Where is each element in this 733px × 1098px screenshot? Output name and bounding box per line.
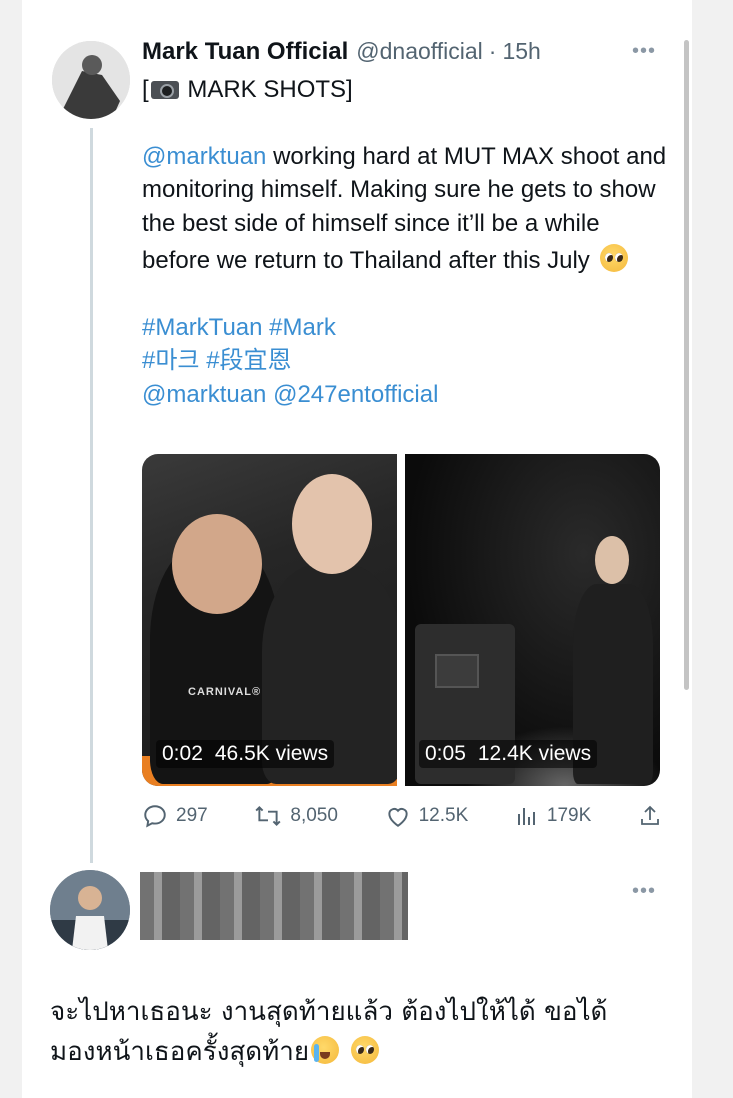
hashtag-line-2: #마크 #段宜恩 <box>142 344 672 378</box>
video-overlay: 0:02 46.5K views <box>156 740 335 768</box>
media-grid: CARNIVAL® 0:02 46.5K views 0:05 12.4K vi… <box>142 454 660 786</box>
mention-line: @marktuan @247entofficial <box>142 378 672 412</box>
video-duration: 0:05 <box>425 742 466 765</box>
like-count: 12.5K <box>418 805 469 826</box>
tweet-time[interactable]: 15h <box>502 38 540 65</box>
author-name[interactable]: Mark Tuan Official <box>142 38 348 66</box>
like-button[interactable]: 12.5K <box>385 804 469 828</box>
title-bracket: [ <box>142 76 149 103</box>
tweet-text: @marktuan working hard at MUT MAX shoot … <box>142 140 672 278</box>
view-count: 179K <box>546 805 592 826</box>
reply-count: 297 <box>176 805 208 826</box>
mention-link[interactable]: @marktuan <box>142 143 266 170</box>
share-button[interactable] <box>638 804 662 828</box>
camera-emoji-icon <box>150 81 179 99</box>
mention-link[interactable]: @marktuan <box>142 381 266 408</box>
hashtag-line-1: #MarkTuan #Mark <box>142 311 672 345</box>
tweet-actions: 297 8,050 12.5K 179K <box>142 798 662 834</box>
redacted-reply-header <box>140 872 408 940</box>
tweet-title: MARK SHOTS] <box>180 76 353 103</box>
tweet-title-line: [ MARK SHOTS] <box>142 73 672 107</box>
video-thumbnail[interactable]: CARNIVAL® 0:02 46.5K views <box>142 454 397 786</box>
pleading-face-emoji-icon <box>600 244 629 272</box>
reply-text: จะไปหาเธอนะ งานสุดท้ายแล้ว ต้องไปให้ได้ … <box>50 992 670 1072</box>
more-options-icon[interactable]: ••• <box>632 40 656 63</box>
video-views: 46.5K views <box>214 742 329 765</box>
heart-icon <box>387 808 408 827</box>
avatar-image <box>52 41 130 119</box>
scrollbar[interactable] <box>684 40 689 690</box>
hashtag-link[interactable]: #Mark <box>269 314 336 341</box>
more-options-icon[interactable]: ••• <box>632 880 656 903</box>
mention-link[interactable]: @247entofficial <box>273 381 438 408</box>
views-chart-icon <box>517 808 535 825</box>
hashtag-link[interactable]: #마크 <box>142 347 200 374</box>
reply-text-line-2: มองหน้าเธอครั้งสุดท้าย <box>50 1032 670 1072</box>
video-overlay: 0:05 12.4K views <box>419 740 598 768</box>
video-views: 12.4K views <box>477 742 592 765</box>
person-head <box>595 536 629 584</box>
retweet-count: 8,050 <box>290 805 338 826</box>
retweet-icon <box>255 806 281 826</box>
hashtag-link[interactable]: #段宜恩 <box>206 347 291 374</box>
reply-button[interactable]: 297 <box>142 803 208 829</box>
avatar-image <box>50 870 130 950</box>
shirt-logo-text: CARNIVAL® <box>188 686 262 698</box>
person-head <box>292 474 372 574</box>
pleading-face-emoji-icon <box>351 1036 380 1064</box>
loudly-crying-face-emoji-icon <box>311 1036 340 1064</box>
reply-text-line: จะไปหาเธอนะ งานสุดท้ายแล้ว ต้องไปให้ได้ … <box>50 997 608 1027</box>
video-duration: 0:02 <box>162 742 203 765</box>
person-head <box>172 514 262 614</box>
thread-line <box>90 128 93 863</box>
retweet-button[interactable]: 8,050 <box>254 803 338 829</box>
share-icon <box>641 805 659 825</box>
author-avatar[interactable] <box>52 41 130 119</box>
hashtag-link[interactable]: #MarkTuan <box>142 314 263 341</box>
views-button[interactable]: 179K <box>515 804 591 828</box>
author-handle[interactable]: @dnaofficial <box>356 38 483 65</box>
reply-author-avatar[interactable] <box>50 870 130 950</box>
video-thumbnail[interactable]: 0:05 12.4K views <box>405 454 660 786</box>
reply-icon <box>144 805 166 828</box>
tweet-header: Mark Tuan Official @dnaofficial · 15h <box>142 38 541 68</box>
tweet-body: [ MARK SHOTS] @marktuan working hard at … <box>142 73 672 411</box>
separator-dot: · <box>488 38 497 64</box>
